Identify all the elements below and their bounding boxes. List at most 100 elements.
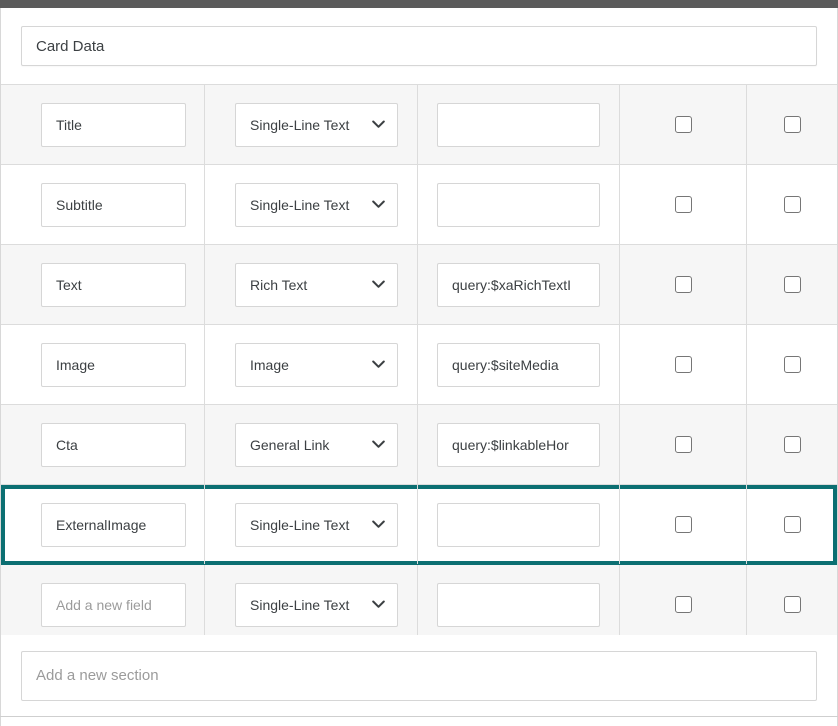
chevron-down-icon xyxy=(372,200,385,209)
field-type-value: General Link xyxy=(250,437,329,453)
field-name-input[interactable]: Text xyxy=(41,263,186,307)
field-type-select[interactable]: Image xyxy=(235,343,398,387)
field-row[interactable]: Cta General Link query:$linkableHor xyxy=(1,405,837,485)
field-editor-page: Card Data TitleSingle-Line TextSubtitleS… xyxy=(0,0,838,726)
field-row[interactable]: Text Rich Text query:$xaRichTextI xyxy=(1,245,837,325)
chevron-down-icon xyxy=(372,520,385,529)
field-type-value: Single-Line Text xyxy=(250,517,349,533)
field-option-one-cell xyxy=(620,85,747,164)
field-option-two-cell xyxy=(747,245,837,324)
field-name-cell: Title xyxy=(1,85,205,164)
field-type-cell: Single-Line Text xyxy=(205,85,418,164)
field-option-two-checkbox[interactable] xyxy=(784,516,801,533)
field-name-value: Title xyxy=(56,117,82,133)
field-option-one-checkbox[interactable] xyxy=(675,356,692,373)
field-source-input[interactable]: query:$linkableHor xyxy=(437,423,600,467)
section-title-input[interactable]: Card Data xyxy=(21,26,817,66)
field-option-two-checkbox[interactable] xyxy=(784,436,801,453)
field-name-input[interactable]: Subtitle xyxy=(41,183,186,227)
field-option-one-checkbox[interactable] xyxy=(675,116,692,133)
field-type-cell: Single-Line Text xyxy=(205,485,418,564)
field-source-cell xyxy=(418,85,620,164)
field-source-input[interactable]: query:$siteMedia xyxy=(437,343,600,387)
field-option-two-cell xyxy=(747,485,837,564)
field-option-two-cell xyxy=(747,405,837,484)
add-section-row: Add a new section xyxy=(1,635,837,716)
field-source-cell: query:$linkableHor xyxy=(418,405,620,484)
field-type-select[interactable]: General Link xyxy=(235,423,398,467)
field-row[interactable]: Add a new field Single-Line Text xyxy=(1,565,837,645)
field-source-input[interactable]: query:$xaRichTextI xyxy=(437,263,600,307)
field-source-input[interactable] xyxy=(437,583,600,627)
field-option-one-cell xyxy=(620,565,747,644)
field-row[interactable]: ExternalImage Single-Line Text xyxy=(1,485,837,565)
field-name-value: Image xyxy=(56,357,95,373)
field-source-input[interactable] xyxy=(437,183,600,227)
field-name-value: Subtitle xyxy=(56,197,103,213)
field-option-two-cell xyxy=(747,165,837,244)
field-type-value: Single-Line Text xyxy=(250,117,349,133)
field-option-one-checkbox[interactable] xyxy=(675,596,692,613)
add-new-section-input[interactable]: Add a new section xyxy=(21,651,817,701)
field-name-input[interactable]: Cta xyxy=(41,423,186,467)
field-type-cell: Image xyxy=(205,325,418,404)
field-row[interactable]: Image Image query:$siteMedia xyxy=(1,325,837,405)
field-name-input[interactable]: Image xyxy=(41,343,186,387)
field-name-input[interactable]: Title xyxy=(41,103,186,147)
chevron-down-icon xyxy=(372,360,385,369)
field-source-cell: query:$xaRichTextI xyxy=(418,245,620,324)
field-source-cell xyxy=(418,485,620,564)
field-name-cell: Text xyxy=(1,245,205,324)
field-option-one-checkbox[interactable] xyxy=(675,516,692,533)
field-source-input[interactable] xyxy=(437,503,600,547)
field-option-two-checkbox[interactable] xyxy=(784,116,801,133)
field-name-cell: Image xyxy=(1,325,205,404)
chevron-down-icon xyxy=(372,440,385,449)
field-option-two-cell xyxy=(747,565,837,644)
page-frame-bottom xyxy=(0,716,838,717)
field-type-value: Single-Line Text xyxy=(250,197,349,213)
chevron-down-icon xyxy=(372,120,385,129)
field-option-one-cell xyxy=(620,245,747,324)
field-type-select[interactable]: Rich Text xyxy=(235,263,398,307)
field-option-one-cell xyxy=(620,165,747,244)
field-row[interactable]: Title Single-Line Text xyxy=(1,85,837,165)
field-type-select[interactable]: Single-Line Text xyxy=(235,503,398,547)
field-row[interactable]: Subtitle Single-Line Text xyxy=(1,165,837,245)
field-type-value: Single-Line Text xyxy=(250,597,349,613)
field-option-two-cell xyxy=(747,325,837,404)
field-name-cell: Cta xyxy=(1,405,205,484)
field-option-two-checkbox[interactable] xyxy=(784,356,801,373)
chevron-down-icon xyxy=(372,600,385,609)
field-type-cell: Single-Line Text xyxy=(205,165,418,244)
field-type-value: Image xyxy=(250,357,289,373)
field-source-cell xyxy=(418,565,620,644)
field-type-cell: Rich Text xyxy=(205,245,418,324)
field-option-two-checkbox[interactable] xyxy=(784,276,801,293)
fields-grid: Title Single-Line Text Subtitle Single-Line… xyxy=(1,84,837,635)
field-source-input[interactable] xyxy=(437,103,600,147)
field-name-input[interactable]: ExternalImage xyxy=(41,503,186,547)
section-title-row: Card Data xyxy=(1,8,837,84)
field-name-value: Cta xyxy=(56,437,78,453)
field-option-one-checkbox[interactable] xyxy=(675,196,692,213)
field-name-input[interactable]: Add a new field xyxy=(41,583,186,627)
field-option-one-cell xyxy=(620,405,747,484)
field-option-one-checkbox[interactable] xyxy=(675,436,692,453)
field-source-value: query:$xaRichTextI xyxy=(452,277,571,293)
field-type-select[interactable]: Single-Line Text xyxy=(235,583,398,627)
window-chrome-bar xyxy=(0,0,838,8)
field-option-one-checkbox[interactable] xyxy=(675,276,692,293)
field-name-value: ExternalImage xyxy=(56,517,146,533)
field-name-value: Text xyxy=(56,277,82,293)
field-type-select[interactable]: Single-Line Text xyxy=(235,103,398,147)
field-option-two-cell xyxy=(747,85,837,164)
field-source-value: query:$linkableHor xyxy=(452,437,569,453)
add-new-section-placeholder: Add a new section xyxy=(36,667,159,684)
field-name-cell: Subtitle xyxy=(1,165,205,244)
field-option-one-cell xyxy=(620,485,747,564)
field-option-two-checkbox[interactable] xyxy=(784,596,801,613)
field-source-value: query:$siteMedia xyxy=(452,357,559,373)
field-type-select[interactable]: Single-Line Text xyxy=(235,183,398,227)
field-option-two-checkbox[interactable] xyxy=(784,196,801,213)
